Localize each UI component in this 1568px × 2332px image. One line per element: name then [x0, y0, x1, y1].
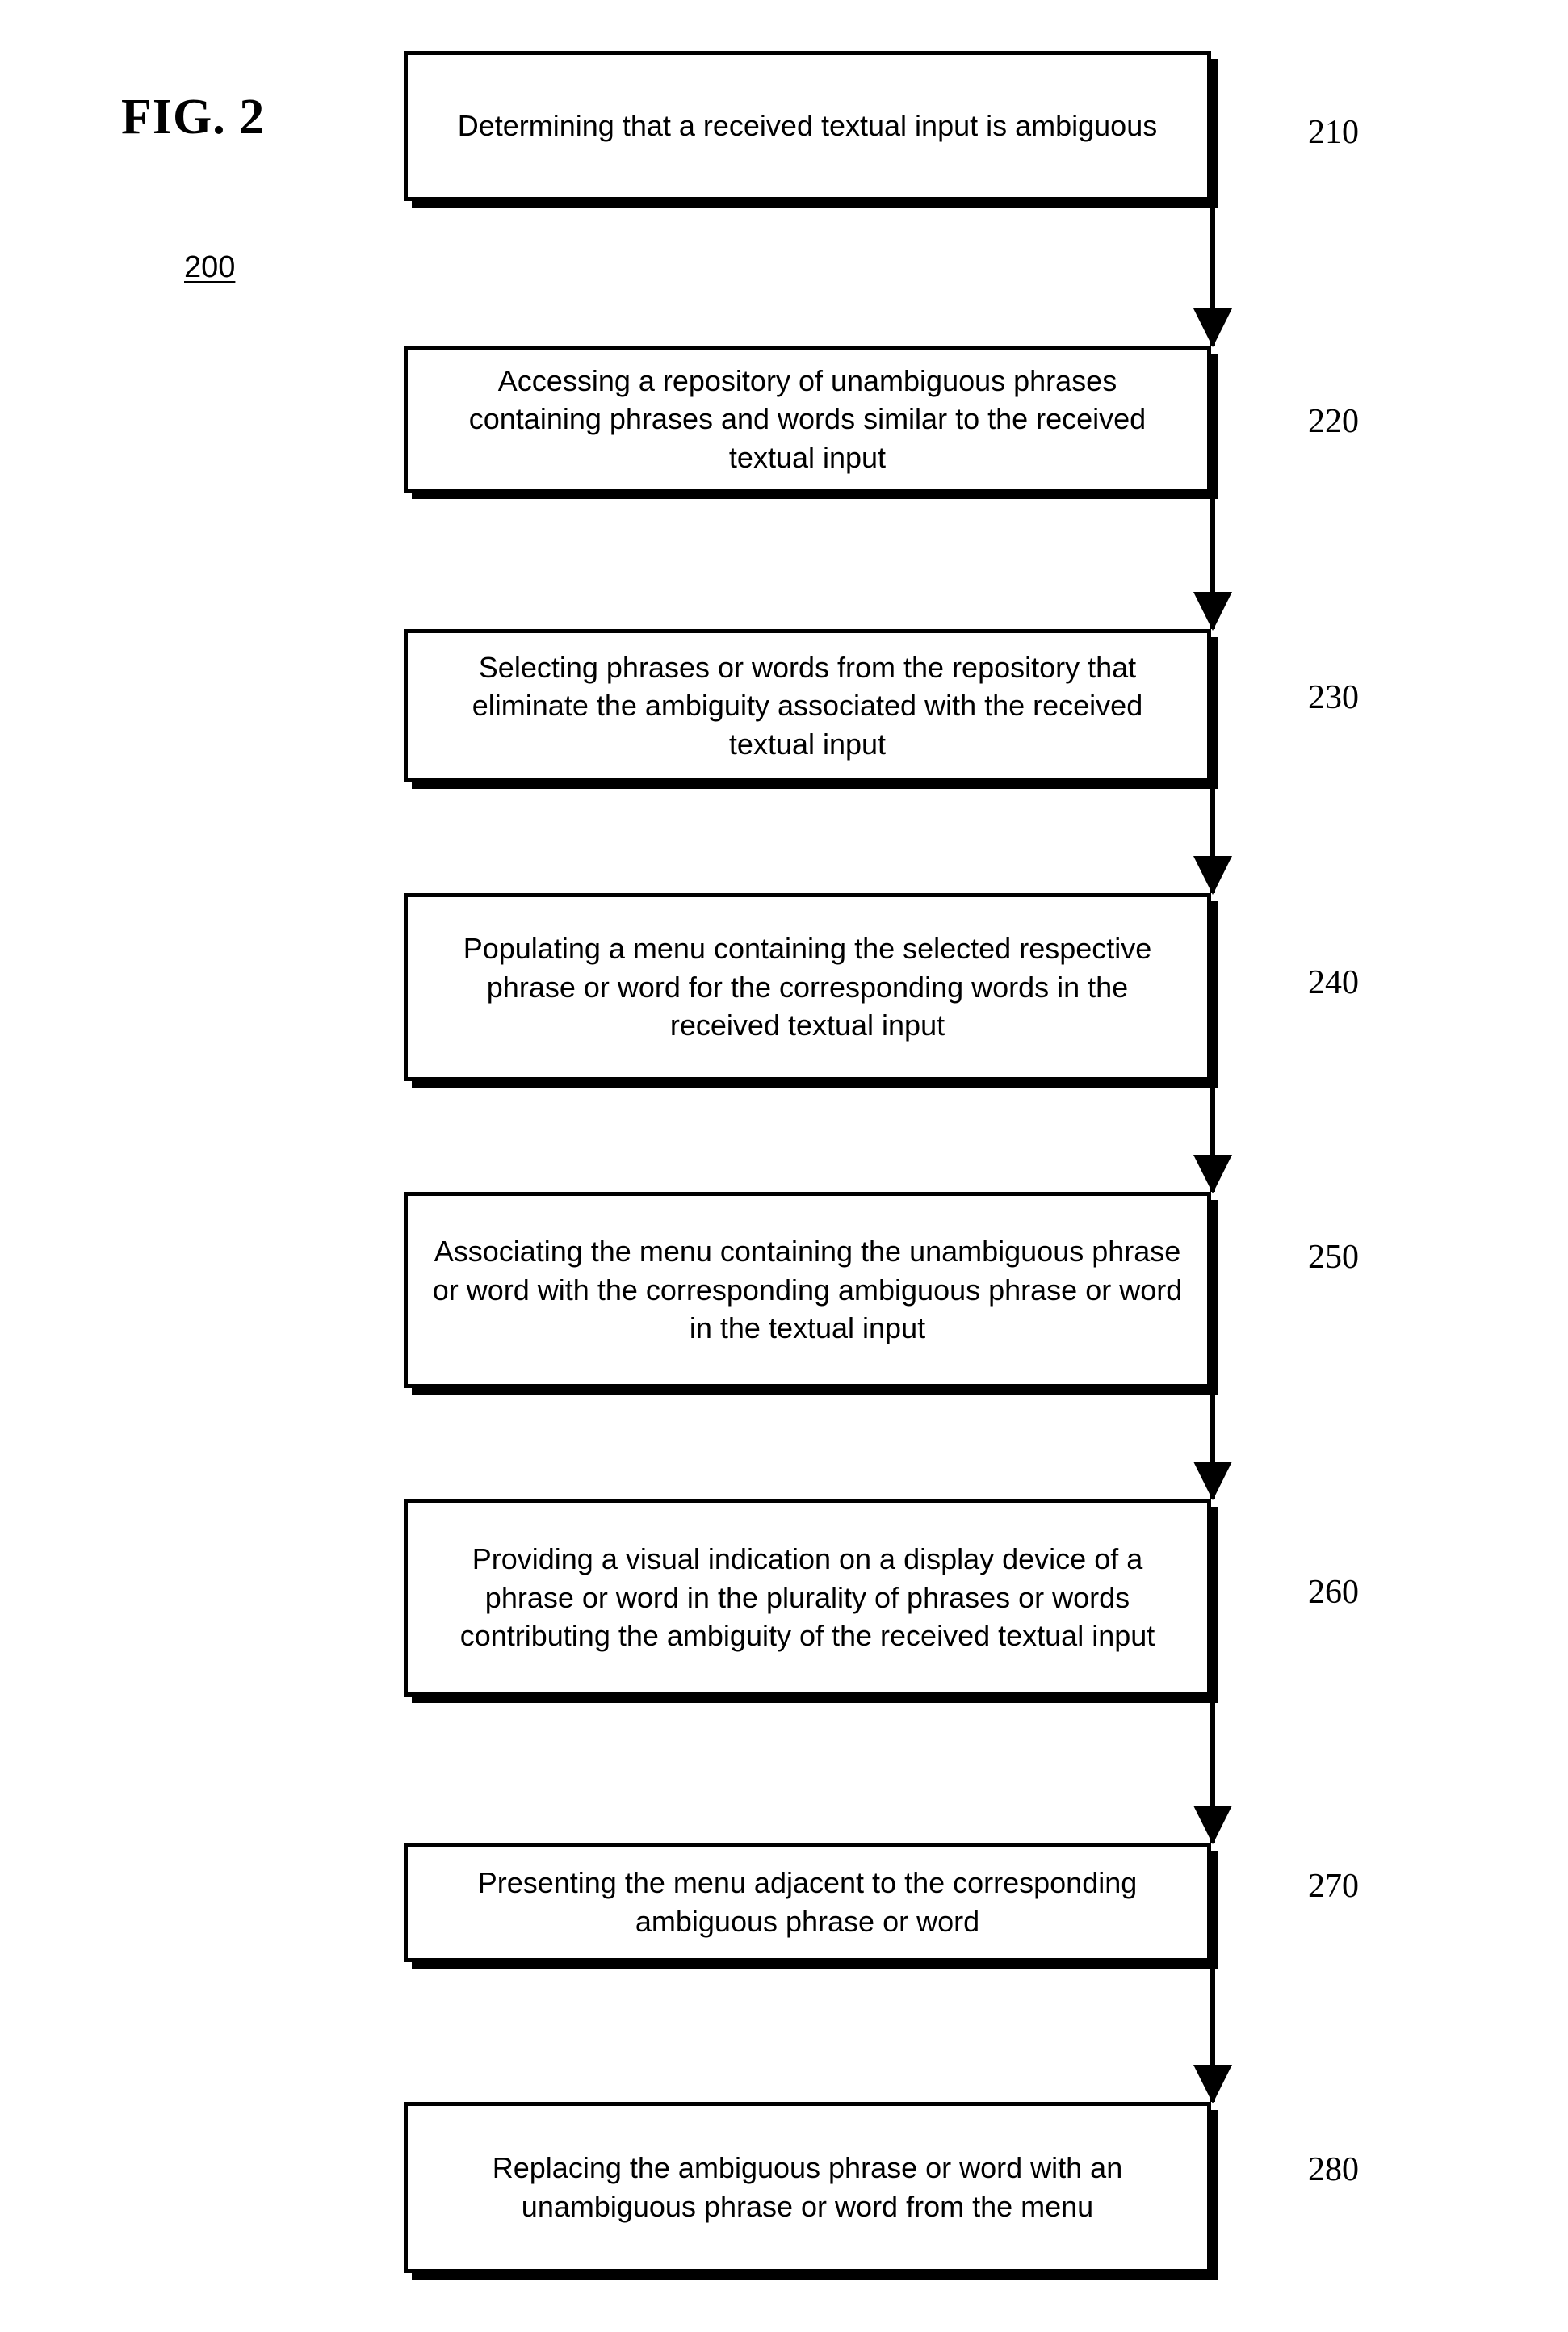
flow-step-text-220: Accessing a repository of unambiguous ph…: [468, 363, 1147, 474]
flow-step-box-270: Presenting the menu adjacent to the corr…: [404, 1843, 1211, 1962]
arrow-head-icon: [1193, 1155, 1232, 1193]
flow-step-text-270: Presenting the menu adjacent to the corr…: [477, 1866, 1138, 1938]
flow-step-box-280: Replacing the ambiguous phrase or word w…: [404, 2102, 1211, 2273]
flow-step-text-240: Populating a menu containing the selecte…: [463, 932, 1152, 1042]
flow-arrow-270-to-280: [1193, 1966, 1232, 2103]
flow-step-box-250: Associating the menu containing the unam…: [404, 1192, 1211, 1388]
flow-step-box-210: Determining that a received textual inpu…: [404, 51, 1211, 201]
flow-arrow-210-to-220: [1193, 205, 1232, 347]
ref-numeral-240: 240: [1308, 964, 1359, 1001]
ref-numeral-220: 220: [1308, 403, 1359, 440]
ref-numeral-210: 210: [1308, 114, 1359, 151]
arrow-head-icon: [1193, 308, 1232, 347]
flow-step-box-240: Populating a menu containing the selecte…: [404, 893, 1211, 1081]
flow-step-text-230: Selecting phrases or words from the repo…: [472, 650, 1143, 761]
ref-numeral-260: 260: [1308, 1574, 1359, 1611]
flow-arrow-220-to-230: [1193, 497, 1232, 631]
flow-step-box-230: Selecting phrases or words from the repo…: [404, 629, 1211, 782]
flow-step-box-220: Accessing a repository of unambiguous ph…: [404, 346, 1211, 493]
flow-step-text-280: Replacing the ambiguous phrase or word w…: [492, 2151, 1123, 2223]
arrow-head-icon: [1193, 1806, 1232, 1844]
ref-numeral-270: 270: [1308, 1868, 1359, 1905]
ref-numeral-280: 280: [1308, 2151, 1359, 2188]
patent-figure: FIG. 2 200 Determining that a received t…: [0, 0, 1568, 2332]
flow-arrow-260-to-270: [1193, 1701, 1232, 1844]
flow-arrow-240-to-250: [1193, 1085, 1232, 1193]
flow-arrow-230-to-240: [1193, 786, 1232, 895]
ref-numeral-230: 230: [1308, 679, 1359, 716]
ref-numeral-250: 250: [1308, 1239, 1359, 1276]
flow-step-text-210: Determining that a received textual inpu…: [457, 109, 1158, 143]
flow-arrow-250-to-260: [1193, 1392, 1232, 1500]
arrow-head-icon: [1193, 592, 1232, 631]
figure-reference-number: 200: [184, 250, 236, 284]
arrow-head-icon: [1193, 2065, 1232, 2103]
flow-step-text-250: Associating the menu containing the unam…: [432, 1235, 1183, 1345]
figure-label: FIG. 2: [121, 90, 266, 145]
flow-step-box-260: Providing a visual indication on a displ…: [404, 1499, 1211, 1697]
flow-step-text-260: Providing a visual indication on a displ…: [459, 1542, 1155, 1653]
arrow-head-icon: [1193, 1462, 1232, 1500]
arrow-head-icon: [1193, 856, 1232, 895]
